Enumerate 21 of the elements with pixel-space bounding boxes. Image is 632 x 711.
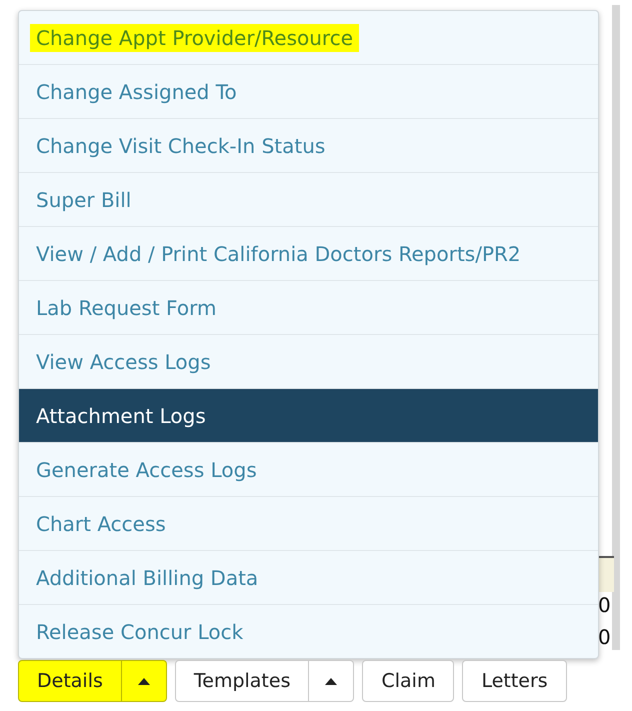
dropdown-toggle[interactable]: [309, 660, 354, 702]
dropdown-toggle[interactable]: [122, 660, 167, 702]
menu-item[interactable]: Super Bill: [19, 172, 598, 226]
menu-item[interactable]: Change Appt Provider/Resource: [19, 11, 598, 64]
caret-icon: [138, 678, 150, 684]
button[interactable]: Letters: [462, 660, 567, 702]
table-cell: 0: [598, 592, 611, 618]
menu-item[interactable]: View / Add / Print California Doctors Reports/PR2: [19, 226, 598, 280]
button[interactable]: Details: [18, 660, 122, 702]
menu-item[interactable]: Chart Access: [19, 496, 598, 550]
menu-item[interactable]: Generate Access Logs: [19, 442, 598, 496]
menu-item[interactable]: Attachment Logs: [19, 388, 598, 442]
menu-item[interactable]: Release Concur Lock: [19, 604, 598, 658]
menu-item[interactable]: Change Assigned To: [19, 64, 598, 118]
table-cell: 0: [598, 624, 611, 650]
menu-item[interactable]: Additional Billing Data: [19, 550, 598, 604]
menu-item[interactable]: Change Visit Check-In Status: [19, 118, 598, 172]
button[interactable]: Templates: [174, 660, 310, 702]
button[interactable]: Claim: [362, 660, 454, 702]
menu-item[interactable]: Lab Request Form: [19, 280, 598, 334]
caret-icon: [325, 678, 338, 684]
